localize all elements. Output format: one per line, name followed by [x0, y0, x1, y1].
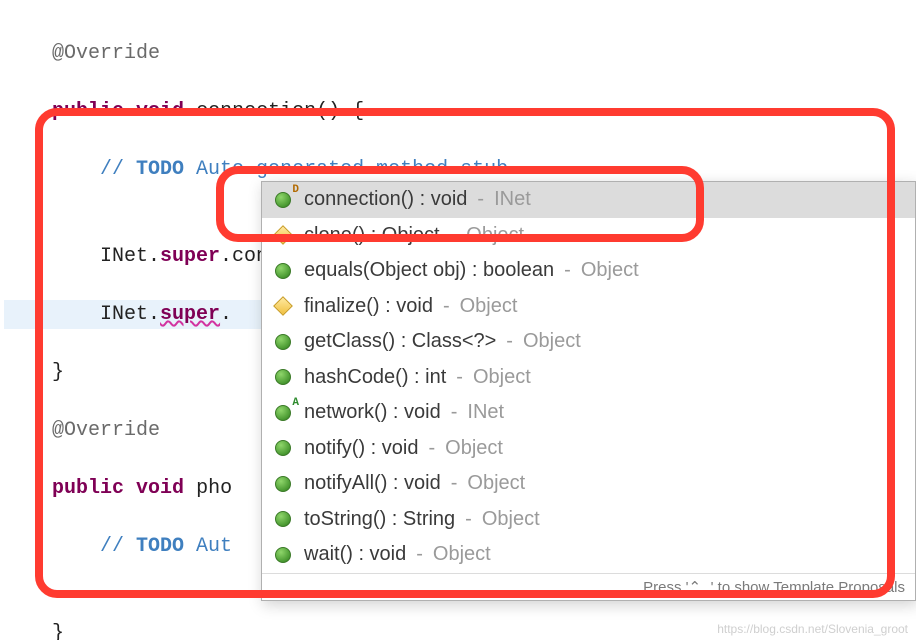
method-signature: finalize() : void	[304, 295, 433, 318]
method-signature: equals(Object obj) : boolean	[304, 259, 554, 282]
autocomplete-item[interactable]: hashCode() : int - Object	[262, 360, 915, 396]
declaring-type: Object	[467, 472, 525, 495]
method-signature: notifyAll() : void	[304, 472, 441, 495]
todo-tag: TODO	[136, 535, 184, 558]
public-method-icon: A	[272, 402, 294, 424]
autocomplete-item[interactable]: getClass() : Class<?> - Object	[262, 324, 915, 360]
declaring-type: INet	[494, 188, 531, 211]
comment: //	[100, 158, 136, 181]
protected-method-icon	[272, 295, 294, 317]
autocomplete-item[interactable]: wait() : void - Object	[262, 537, 915, 573]
declaring-type: Object	[581, 259, 639, 282]
code-text: connection() {	[184, 100, 364, 123]
abstract-method-badge: A	[292, 397, 299, 409]
keyword-error: super	[160, 303, 220, 326]
public-method-icon	[272, 331, 294, 353]
code-line: public void connection() {	[4, 97, 916, 126]
declaring-type: Object	[445, 437, 503, 460]
public-method-icon	[272, 260, 294, 282]
autocomplete-item[interactable]: equals(Object obj) : boolean - Object	[262, 253, 915, 289]
declaring-type: Object	[473, 366, 531, 389]
method-signature: clone() : Object	[304, 224, 440, 247]
todo-tag: TODO	[136, 158, 184, 181]
autocomplete-footer: Press '⌃␣' to show Template Proposals	[262, 573, 915, 600]
autocomplete-item[interactable]: Anetwork() : void - INet	[262, 395, 915, 431]
method-signature: connection() : void	[304, 188, 467, 211]
autocomplete-item[interactable]: clone() : Object - Object	[262, 218, 915, 254]
declaring-type: INet	[467, 401, 504, 424]
keyword: public	[52, 100, 124, 123]
keyword: void	[136, 477, 184, 500]
declaring-type: Object	[433, 543, 491, 566]
autocomplete-item[interactable]: notifyAll() : void - Object	[262, 466, 915, 502]
autocomplete-item[interactable]: finalize() : void - Object	[262, 289, 915, 325]
autocomplete-popup[interactable]: Dconnection() : void - INetclone() : Obj…	[261, 181, 916, 601]
declaring-type: Object	[523, 330, 581, 353]
public-method-icon	[272, 508, 294, 530]
annotation: @Override	[52, 419, 160, 442]
public-method-icon	[272, 366, 294, 388]
public-method-icon	[272, 544, 294, 566]
method-signature: getClass() : Class<?>	[304, 330, 496, 353]
code-line: // TODO Auto-generated method stub	[4, 155, 916, 184]
keyword: super	[160, 245, 220, 268]
comment: //	[100, 535, 136, 558]
method-signature: wait() : void	[304, 543, 406, 566]
declaring-type: Object	[482, 508, 540, 531]
watermark: https://blog.csdn.net/Slovenia_groot	[717, 622, 908, 636]
autocomplete-item[interactable]: toString() : String - Object	[262, 502, 915, 538]
method-signature: network() : void	[304, 401, 441, 424]
method-signature: notify() : void	[304, 437, 418, 460]
protected-method-icon	[272, 224, 294, 246]
comment: Aut	[184, 535, 232, 558]
keyword: void	[136, 100, 184, 123]
keyword: public	[52, 477, 124, 500]
autocomplete-list[interactable]: Dconnection() : void - INetclone() : Obj…	[262, 182, 915, 573]
code-line: @Override	[4, 39, 916, 68]
method-signature: toString() : String	[304, 508, 455, 531]
public-method-icon: D	[272, 189, 294, 211]
method-signature: hashCode() : int	[304, 366, 446, 389]
public-method-icon	[272, 473, 294, 495]
annotation: @Override	[52, 42, 160, 65]
declaring-type: Object	[460, 295, 518, 318]
autocomplete-item[interactable]: Dconnection() : void - INet	[262, 182, 915, 218]
declaring-type: Object	[466, 224, 524, 247]
default-method-badge: D	[292, 184, 299, 196]
comment: Auto-generated method stub	[184, 158, 508, 181]
autocomplete-item[interactable]: notify() : void - Object	[262, 431, 915, 467]
public-method-icon	[272, 437, 294, 459]
